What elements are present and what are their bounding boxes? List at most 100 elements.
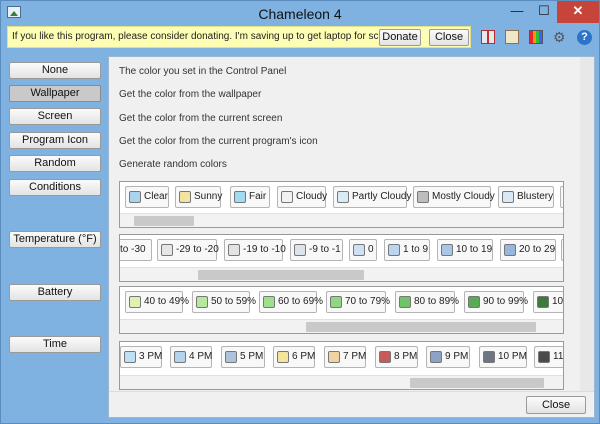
condition-swatch: [417, 191, 429, 203]
description-program-icon: Get the color from the current program's…: [119, 136, 318, 147]
maximize-button[interactable]: ☐: [531, 1, 557, 23]
condition-label: Mostly Cloudy: [432, 191, 495, 202]
temperature-chip[interactable]: 3: [561, 239, 563, 261]
battery-swatch: [468, 296, 480, 308]
temperature-swatch: [353, 244, 365, 256]
temperature-scrollbar[interactable]: [120, 267, 563, 281]
time-chip[interactable]: 7 PM: [324, 346, 366, 368]
condition-chip-mostly-cloudy[interactable]: Mostly Cloudy: [413, 186, 495, 208]
sidebar-item-none[interactable]: None: [9, 62, 101, 79]
temperature-chip[interactable]: 1 to 9: [384, 239, 430, 261]
time-chip[interactable]: 5 PM: [221, 346, 265, 368]
battery-chip[interactable]: 40 to 49%: [125, 291, 189, 313]
time-chip[interactable]: 8 PM: [375, 346, 418, 368]
time-label: 3 PM: [139, 351, 163, 362]
sidebar-item-conditions[interactable]: Conditions: [9, 179, 101, 196]
temperature-swatch: [388, 244, 400, 256]
condition-chip-fair[interactable]: Fair: [230, 186, 270, 208]
temperature-chip[interactable]: -29 to -20: [157, 239, 219, 261]
time-label: 7 PM: [343, 351, 367, 362]
temperature-chip[interactable]: 0: [349, 239, 377, 261]
time-chip[interactable]: 6 PM: [273, 346, 315, 368]
time-chip[interactable]: 11 PM: [534, 346, 564, 368]
help-icon[interactable]: ?: [577, 30, 592, 45]
sidebar-item-battery[interactable]: Battery: [9, 284, 101, 301]
conditions-scrollbar[interactable]: [120, 213, 563, 227]
temperature-swatch: [504, 244, 516, 256]
battery-chip[interactable]: 50 to 59%: [192, 291, 256, 313]
temperature-label: -9 to -1: [309, 244, 341, 255]
time-label: 11 PM: [553, 351, 564, 362]
sidebar-item-time[interactable]: Time: [9, 336, 101, 353]
palette-icon[interactable]: [529, 30, 543, 44]
window-close-button[interactable]: ✕: [557, 1, 599, 23]
sidebar-item-wallpaper[interactable]: Wallpaper: [9, 85, 101, 102]
temperature-label: 10 to 19: [456, 244, 493, 255]
battery-scroll-thumb[interactable]: [306, 322, 536, 332]
condition-chip-sunny[interactable]: Sunny: [175, 186, 222, 208]
battery-chip[interactable]: 90 to 99%: [464, 291, 528, 313]
temperature-chip[interactable]: to -30: [120, 239, 152, 261]
temperature-label: 1 to 9: [403, 244, 429, 255]
temperature-scroll-thumb[interactable]: [198, 270, 364, 280]
title-bar: Chameleon 4 — ☐ ✕: [1, 1, 599, 25]
time-label: 4 PM: [189, 351, 213, 362]
time-label: 10 PM: [498, 351, 527, 362]
time-swatch: [124, 351, 136, 363]
time-swatch: [328, 351, 340, 363]
condition-chip-cloudy[interactable]: Cloudy: [277, 186, 328, 208]
time-chip[interactable]: 10 PM: [479, 346, 527, 368]
condition-chip-windy[interactable]: Wi: [560, 186, 563, 208]
sidebar-item-random[interactable]: Random: [9, 155, 101, 172]
temperature-label: 0: [368, 244, 374, 255]
time-chip[interactable]: 3 PM: [120, 346, 162, 368]
battery-chip[interactable]: 60 to 69%: [259, 291, 323, 313]
condition-chip-blustery[interactable]: Blustery: [498, 186, 554, 208]
time-swatch: [483, 351, 495, 363]
close-button[interactable]: Close: [526, 396, 586, 414]
gift-icon[interactable]: [481, 30, 495, 44]
banner-close-button[interactable]: Close: [429, 29, 469, 46]
condition-chip-partly-cloudy[interactable]: Partly Cloudy: [333, 186, 411, 208]
time-label: 5 PM: [240, 351, 264, 362]
condition-label: Partly Cloudy: [352, 191, 412, 202]
notes-icon[interactable]: [505, 30, 519, 44]
description-none: The color you set in the Control Panel: [119, 66, 287, 77]
time-swatch: [538, 351, 550, 363]
donate-message: If you like this program, please conside…: [12, 31, 401, 42]
time-swatch: [430, 351, 442, 363]
gear-icon[interactable]: ⚙: [553, 30, 567, 44]
time-swatch: [277, 351, 289, 363]
time-label: 8 PM: [394, 351, 418, 362]
condition-chip-clear[interactable]: Clear: [125, 186, 169, 208]
time-chip[interactable]: 9 PM: [426, 346, 470, 368]
condition-label: Cloudy: [296, 191, 328, 202]
panel-vertical-scrollbar[interactable]: [580, 57, 594, 392]
battery-swatch: [129, 296, 141, 308]
temperature-chip[interactable]: -9 to -1: [290, 239, 343, 261]
sidebar-item-temperature[interactable]: Temperature (°F): [9, 231, 101, 248]
sidebar-item-program-icon[interactable]: Program Icon: [9, 132, 101, 149]
temperature-swatch: [228, 244, 240, 256]
sidebar-item-screen[interactable]: Screen: [9, 108, 101, 125]
conditions-scroll-thumb[interactable]: [134, 216, 194, 226]
temperature-chip[interactable]: 20 to 29: [500, 239, 556, 261]
time-chip[interactable]: 4 PM: [170, 346, 212, 368]
battery-chip[interactable]: 80 to 89%: [395, 291, 459, 313]
temperature-label: to -30: [120, 244, 146, 255]
battery-scrollbar[interactable]: [120, 319, 563, 333]
battery-chip[interactable]: 100%: [533, 291, 563, 313]
time-swatch: [174, 351, 186, 363]
battery-label: 70 to 79%: [345, 296, 391, 307]
description-screen: Get the color from the current screen: [119, 113, 283, 124]
time-swatch: [225, 351, 237, 363]
battery-chip[interactable]: 70 to 79%: [326, 291, 390, 313]
temperature-chip[interactable]: -19 to -10: [224, 239, 286, 261]
minimize-button[interactable]: —: [503, 1, 531, 23]
time-label: 9 PM: [445, 351, 469, 362]
battery-label: 60 to 69%: [278, 296, 324, 307]
time-scroll-thumb[interactable]: [410, 378, 544, 388]
temperature-chip[interactable]: 10 to 19: [437, 239, 493, 261]
donate-button[interactable]: Donate: [379, 29, 421, 46]
time-scrollbar[interactable]: [120, 375, 563, 389]
